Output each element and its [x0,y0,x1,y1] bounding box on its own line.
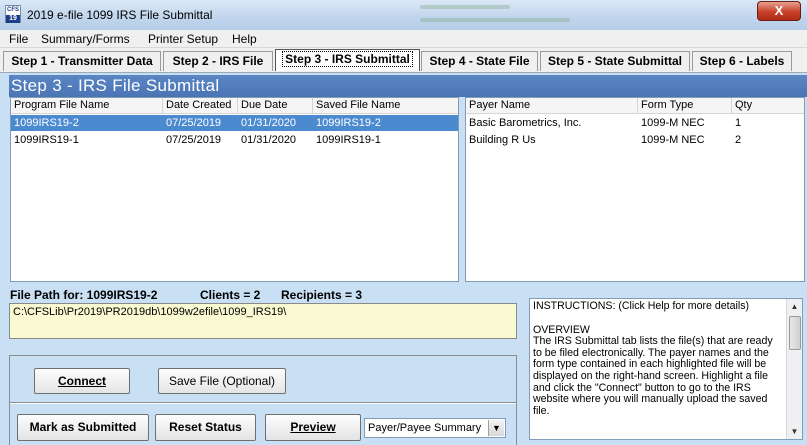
app-icon: CFS 19 [5,5,21,23]
scroll-down-icon[interactable]: ▼ [787,424,802,439]
clients-count: Clients = 2 [200,288,261,302]
app-icon-text: CFS [7,7,19,13]
column-date-created[interactable]: Date Created [163,98,238,114]
mark-submitted-button-label: Mark as Submitted [29,420,137,434]
connect-button-label: Connect [58,374,106,388]
window-title: 2019 e-file 1099 IRS File Submittal [27,8,213,22]
chevron-down-icon[interactable]: ▼ [488,420,504,436]
files-list[interactable]: Program File Name Date Created Due Date … [10,97,459,282]
file-row-due-date: 01/31/2020 [241,117,297,129]
instructions-body: The IRS Submittal tab lists the file(s) … [533,335,773,417]
column-saved-file-name[interactable]: Saved File Name [313,98,458,114]
payer-row-qty: 1 [735,117,742,129]
tab-step-5-label: Step 5 - State Submittal [547,54,683,68]
report-type-value: Payer/Payee Summary [368,422,482,434]
recipients-count: Recipients = 3 [281,288,363,302]
payer-row-name: Basic Barometrics, Inc. [469,117,582,129]
file-row-program-name: 1099IRS19-2 [14,117,79,129]
instructions-panel[interactable]: INSTRUCTIONS: (Click Help for more detai… [529,298,803,440]
scroll-thumb[interactable] [789,316,801,350]
tab-step-6[interactable]: Step 6 - Labels [692,51,792,71]
files-list-header: Program File Name Date Created Due Date … [11,98,458,114]
menu-help[interactable]: Help [232,32,257,46]
file-row-due-date: 01/31/2020 [241,134,297,146]
payer-row-form-type: 1099-M NEC [641,134,705,146]
menu-bar: File Summary/Forms Printer Setup Help [0,30,807,48]
tab-step-2-label: Step 2 - IRS File [172,54,264,68]
menu-printer-setup[interactable]: Printer Setup [148,32,218,46]
file-path-label: File Path for: 1099IRS19-2 [10,288,158,302]
column-program-file-name[interactable]: Program File Name [11,98,163,114]
file-row-date-created: 07/25/2019 [166,134,222,146]
payer-row-form-type: 1099-M NEC [641,117,705,129]
background-window-ghost [300,0,620,30]
file-row[interactable]: 1099IRS19-2 07/25/2019 01/31/2020 1099IR… [11,115,458,131]
report-type-select[interactable]: Payer/Payee Summary ▼ [364,418,506,438]
payer-row-qty: 2 [735,134,742,146]
action-separator [10,402,516,404]
column-due-date[interactable]: Due Date [238,98,313,114]
menu-summary-forms[interactable]: Summary/Forms [41,32,130,46]
reset-status-button-label: Reset Status [169,420,242,434]
file-row-program-name: 1099IRS19-1 [14,134,79,146]
column-payer-name[interactable]: Payer Name [466,98,638,114]
payers-list[interactable]: Payer Name Form Type Qty Basic Barometri… [465,97,805,282]
title-bar: CFS 19 2019 e-file 1099 IRS File Submitt… [0,0,807,30]
tab-step-4-label: Step 4 - State File [429,54,530,68]
menu-file[interactable]: File [9,32,28,46]
tab-step-4[interactable]: Step 4 - State File [421,51,538,71]
connect-button[interactable]: Connect [34,368,130,394]
column-qty[interactable]: Qty [732,98,804,114]
tab-step-2[interactable]: Step 2 - IRS File [163,51,273,71]
step-title: Step 3 - IRS File Submittal [9,75,807,97]
instructions-scrollbar[interactable]: ▲ ▼ [786,299,802,439]
preview-button-label: Preview [290,420,336,434]
tab-step-1-label: Step 1 - Transmitter Data [11,54,153,68]
app-icon-number: 19 [6,15,20,23]
file-row-saved-name: 1099IRS19-1 [316,134,381,146]
file-path-summary: File Path for: 1099IRS19-2 Clients = 2 R… [10,288,362,302]
file-row-saved-name: 1099IRS19-2 [316,117,381,129]
tab-step-3-label: Step 3 - IRS Submittal [282,51,413,67]
payer-row[interactable]: Basic Barometrics, Inc. 1099-M NEC 1 [466,115,804,131]
tab-step-6-label: Step 6 - Labels [699,54,785,68]
save-file-button[interactable]: Save File (Optional) [158,368,286,394]
preview-button[interactable]: Preview [265,414,361,441]
save-file-button-label: Save File (Optional) [168,374,276,388]
close-button[interactable]: X [757,1,801,21]
payer-row-name: Building R Us [469,134,536,146]
tab-step-3[interactable]: Step 3 - IRS Submittal [275,49,420,71]
tab-step-1[interactable]: Step 1 - Transmitter Data [3,51,161,71]
payer-row[interactable]: Building R Us 1099-M NEC 2 [466,132,804,148]
reset-status-button[interactable]: Reset Status [155,414,256,441]
tab-step-5[interactable]: Step 5 - State Submittal [540,51,690,71]
file-row-date-created: 07/25/2019 [166,117,222,129]
scroll-up-icon[interactable]: ▲ [787,299,802,314]
mark-submitted-button[interactable]: Mark as Submitted [17,414,149,441]
payers-list-header: Payer Name Form Type Qty [466,98,804,114]
file-path-field[interactable]: C:\CFSLib\Pr2019\PR2019db\1099w2efile\10… [9,303,517,339]
step-tabs: Step 1 - Transmitter Data Step 2 - IRS F… [0,48,807,72]
file-row[interactable]: 1099IRS19-1 07/25/2019 01/31/2020 1099IR… [11,132,458,148]
instructions-header: INSTRUCTIONS: (Click Help for more detai… [533,300,750,312]
column-form-type[interactable]: Form Type [638,98,732,114]
